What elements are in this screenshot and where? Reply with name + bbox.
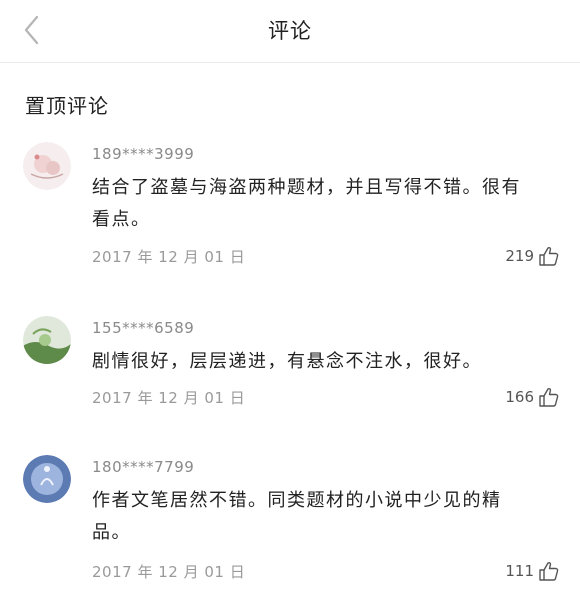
like-button[interactable]: 219 <box>505 244 560 268</box>
pinned-comments-heading: 置顶评论 <box>25 94 109 118</box>
top-navigation-bar: 评论 <box>0 0 580 63</box>
comment-meta: 2017 年 12 月 01 日 166 <box>92 385 560 409</box>
avatar[interactable] <box>23 142 71 190</box>
like-count: 111 <box>505 562 534 580</box>
like-count: 166 <box>505 388 534 406</box>
comment-username: 189****3999 <box>92 145 195 163</box>
comment-meta: 2017 年 12 月 01 日 111 <box>92 559 560 583</box>
comment-date: 2017 年 12 月 01 日 <box>92 563 246 581</box>
comment-text: 作者文笔居然不错。同类题材的小说中少见的精 品。 <box>92 490 502 543</box>
comment-text: 结合了盗墓与海盗两种题材，并且写得不错。很有 看点。 <box>92 177 521 230</box>
comment-username: 155****6589 <box>92 319 195 337</box>
thumbs-up-icon <box>539 246 559 266</box>
thumbs-up-icon <box>539 561 559 581</box>
like-button[interactable]: 111 <box>505 559 560 583</box>
page-title: 评论 <box>268 19 312 43</box>
comment-username: 180****7799 <box>92 458 195 476</box>
avatar[interactable] <box>23 316 71 364</box>
comment-text: 剧情很好，层层递进，有悬念不注水，很好。 <box>92 351 482 372</box>
comment-date: 2017 年 12 月 01 日 <box>92 389 246 407</box>
comment-date: 2017 年 12 月 01 日 <box>92 248 246 266</box>
thumbs-up-icon <box>539 387 559 407</box>
avatar[interactable] <box>23 455 71 503</box>
comment-meta: 2017 年 12 月 01 日 219 <box>92 244 560 268</box>
like-button[interactable]: 166 <box>505 385 560 409</box>
like-count: 219 <box>505 247 534 265</box>
